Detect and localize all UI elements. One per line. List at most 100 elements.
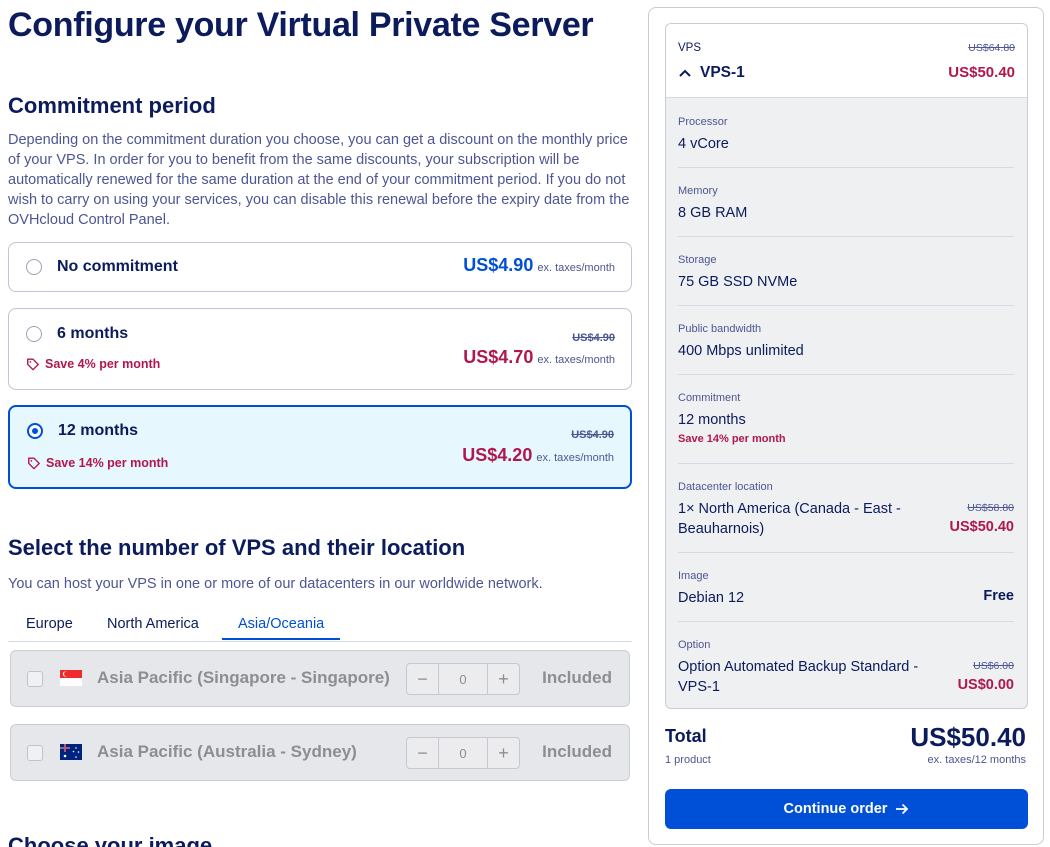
summary-price: US$0.00	[957, 677, 1014, 693]
summary-value: 12 months	[678, 412, 746, 428]
location-description: You can host your VPS in one or more of …	[8, 576, 543, 592]
order-summary: VPS VPS-1 US$64.80 US$50.40 Processor 4 …	[648, 7, 1044, 845]
quantity-stepper: − 0 +	[406, 737, 520, 769]
quantity-stepper: − 0 +	[406, 663, 520, 695]
plan-6-months[interactable]: 6 months Save 4% per month US$4.90 US$4.…	[8, 308, 632, 390]
tag-icon	[28, 457, 40, 470]
summary-product[interactable]: VPS-1	[678, 64, 745, 82]
total-price-note: ex. taxes/12 months	[927, 754, 1026, 766]
datacenter-status: Included	[542, 742, 612, 761]
summary-label: Image	[678, 570, 709, 582]
datacenter-row-singapore: Asia Pacific (Singapore - Singapore) − 0…	[10, 650, 630, 707]
summary-label: Memory	[678, 185, 718, 197]
plan-price-note: ex. taxes/month	[536, 452, 614, 464]
summary-option: Option Option Automated Backup Standard …	[678, 622, 1014, 708]
plan-save-text: Save 14% per month	[46, 456, 169, 470]
summary-old-price: US$64.80	[968, 42, 1015, 54]
plan-price: US$4.20	[462, 445, 533, 465]
plan-price-note: ex. taxes/month	[537, 262, 615, 274]
summary-label: Datacenter location	[678, 481, 773, 493]
summary-value: Debian 12	[678, 590, 745, 606]
decrement-button[interactable]: −	[407, 664, 438, 694]
continue-order-label: Continue order	[783, 801, 888, 817]
plan-save: Save 4% per month	[26, 357, 160, 371]
region-tabs: Europe North America Asia/Oceania	[8, 612, 632, 642]
summary-datacenter: Datacenter location 1× North America (Ca…	[678, 464, 1014, 553]
total-label: Total	[665, 726, 707, 746]
total-price: US$50.40	[910, 722, 1026, 752]
summary-label: Processor	[678, 116, 728, 128]
summary-label: Option	[678, 639, 711, 651]
summary-price: US$50.40	[949, 519, 1015, 535]
summary-price: US$50.40	[948, 64, 1015, 81]
total-products: 1 product	[665, 754, 711, 766]
summary-bandwidth: Public bandwidth 400 Mbps unlimited	[678, 306, 1014, 375]
plan-label: 6 months	[57, 325, 129, 342]
increment-button[interactable]: +	[488, 664, 519, 694]
summary-memory: Memory 8 GB RAM	[678, 168, 1014, 237]
plan-old-price: US$4.90	[572, 332, 615, 344]
commitment-title: Commitment period	[8, 93, 216, 118]
plan-price-line: US$4.90 ex. taxes/month	[463, 255, 615, 276]
page-title: Configure your Virtual Private Server	[8, 6, 594, 44]
location-title: Select the number of VPS and their locat…	[8, 535, 466, 560]
summary-header[interactable]: VPS VPS-1 US$64.80 US$50.40	[666, 24, 1027, 98]
summary-commitment: Commitment 12 months Save 14% per month	[678, 375, 1014, 464]
tab-asia-oceania[interactable]: Asia/Oceania	[222, 616, 341, 640]
summary-value: 1× North America (Canada - East - Beauha…	[678, 501, 901, 537]
summary-processor: Processor 4 vCore	[678, 98, 1014, 168]
summary-value: Option Automated Backup Standard - VPS-1	[678, 659, 919, 695]
summary-old-price: US$58.80	[967, 502, 1014, 514]
increment-button[interactable]: +	[488, 738, 519, 768]
plan-save-text: Save 4% per month	[45, 357, 161, 371]
summary-label: Public bandwidth	[678, 323, 762, 335]
summary-value: 8 GB RAM	[678, 205, 748, 221]
summary-save: Save 14% per month	[678, 433, 786, 445]
summary-storage: Storage 75 GB SSD NVMe	[678, 237, 1014, 306]
summary-price: Free	[983, 588, 1014, 604]
summary-image: Image Debian 12 Free	[678, 553, 1014, 622]
plan-price: US$4.90	[463, 255, 534, 275]
plan-radio[interactable]	[26, 259, 42, 275]
datacenter-checkbox[interactable]	[27, 745, 43, 761]
australia-flag-icon	[60, 744, 82, 760]
datacenter-row-australia: Asia Pacific (Australia - Sydney) − 0 + …	[10, 724, 630, 781]
summary-value: 4 vCore	[678, 136, 729, 152]
plan-label: 12 months	[58, 422, 139, 439]
quantity-value[interactable]: 0	[438, 664, 488, 694]
plan-price-line: US$4.20 ex. taxes/month	[462, 445, 614, 466]
datacenter-name: Asia Pacific (Singapore - Singapore)	[97, 668, 390, 687]
chevron-up-icon	[679, 69, 691, 77]
continue-order-button[interactable]: Continue order	[665, 789, 1028, 829]
plan-12-months[interactable]: 12 months Save 14% per month US$4.90 US$…	[8, 405, 632, 489]
plan-radio-selected[interactable]	[27, 423, 43, 439]
image-section-title: Choose your image	[8, 833, 213, 847]
plan-old-price: US$4.90	[571, 429, 614, 441]
summary-product-name: VPS-1	[700, 64, 745, 81]
summary-kicker: VPS	[678, 42, 702, 54]
summary-old-price: US$6.00	[973, 660, 1014, 672]
plan-price-line: US$4.70 ex. taxes/month	[463, 347, 615, 368]
plan-save: Save 14% per month	[27, 456, 168, 470]
plan-price: US$4.70	[463, 347, 534, 367]
datacenter-status: Included	[542, 668, 612, 687]
datacenter-checkbox[interactable]	[27, 671, 43, 687]
datacenter-name: Asia Pacific (Australia - Sydney)	[97, 742, 357, 761]
tag-icon	[27, 358, 39, 371]
plan-label: No commitment	[57, 258, 178, 275]
arrow-right-icon	[896, 803, 909, 815]
summary-label: Commitment	[678, 392, 741, 404]
plan-price-note: ex. taxes/month	[537, 354, 615, 366]
decrement-button[interactable]: −	[407, 738, 438, 768]
plan-radio[interactable]	[26, 326, 42, 342]
singapore-flag-icon	[60, 670, 82, 686]
summary-value: 400 Mbps unlimited	[678, 343, 804, 359]
summary-value: 75 GB SSD NVMe	[678, 274, 798, 290]
plan-no-commitment[interactable]: No commitment US$4.90 ex. taxes/month	[8, 242, 632, 292]
commitment-description: Depending on the commitment duration you…	[8, 132, 630, 228]
quantity-value[interactable]: 0	[438, 738, 488, 768]
tab-europe[interactable]: Europe	[26, 616, 73, 638]
summary-label: Storage	[678, 254, 717, 266]
summary-details: VPS VPS-1 US$64.80 US$50.40 Processor 4 …	[665, 23, 1028, 709]
tab-north-america[interactable]: North America	[107, 616, 199, 638]
